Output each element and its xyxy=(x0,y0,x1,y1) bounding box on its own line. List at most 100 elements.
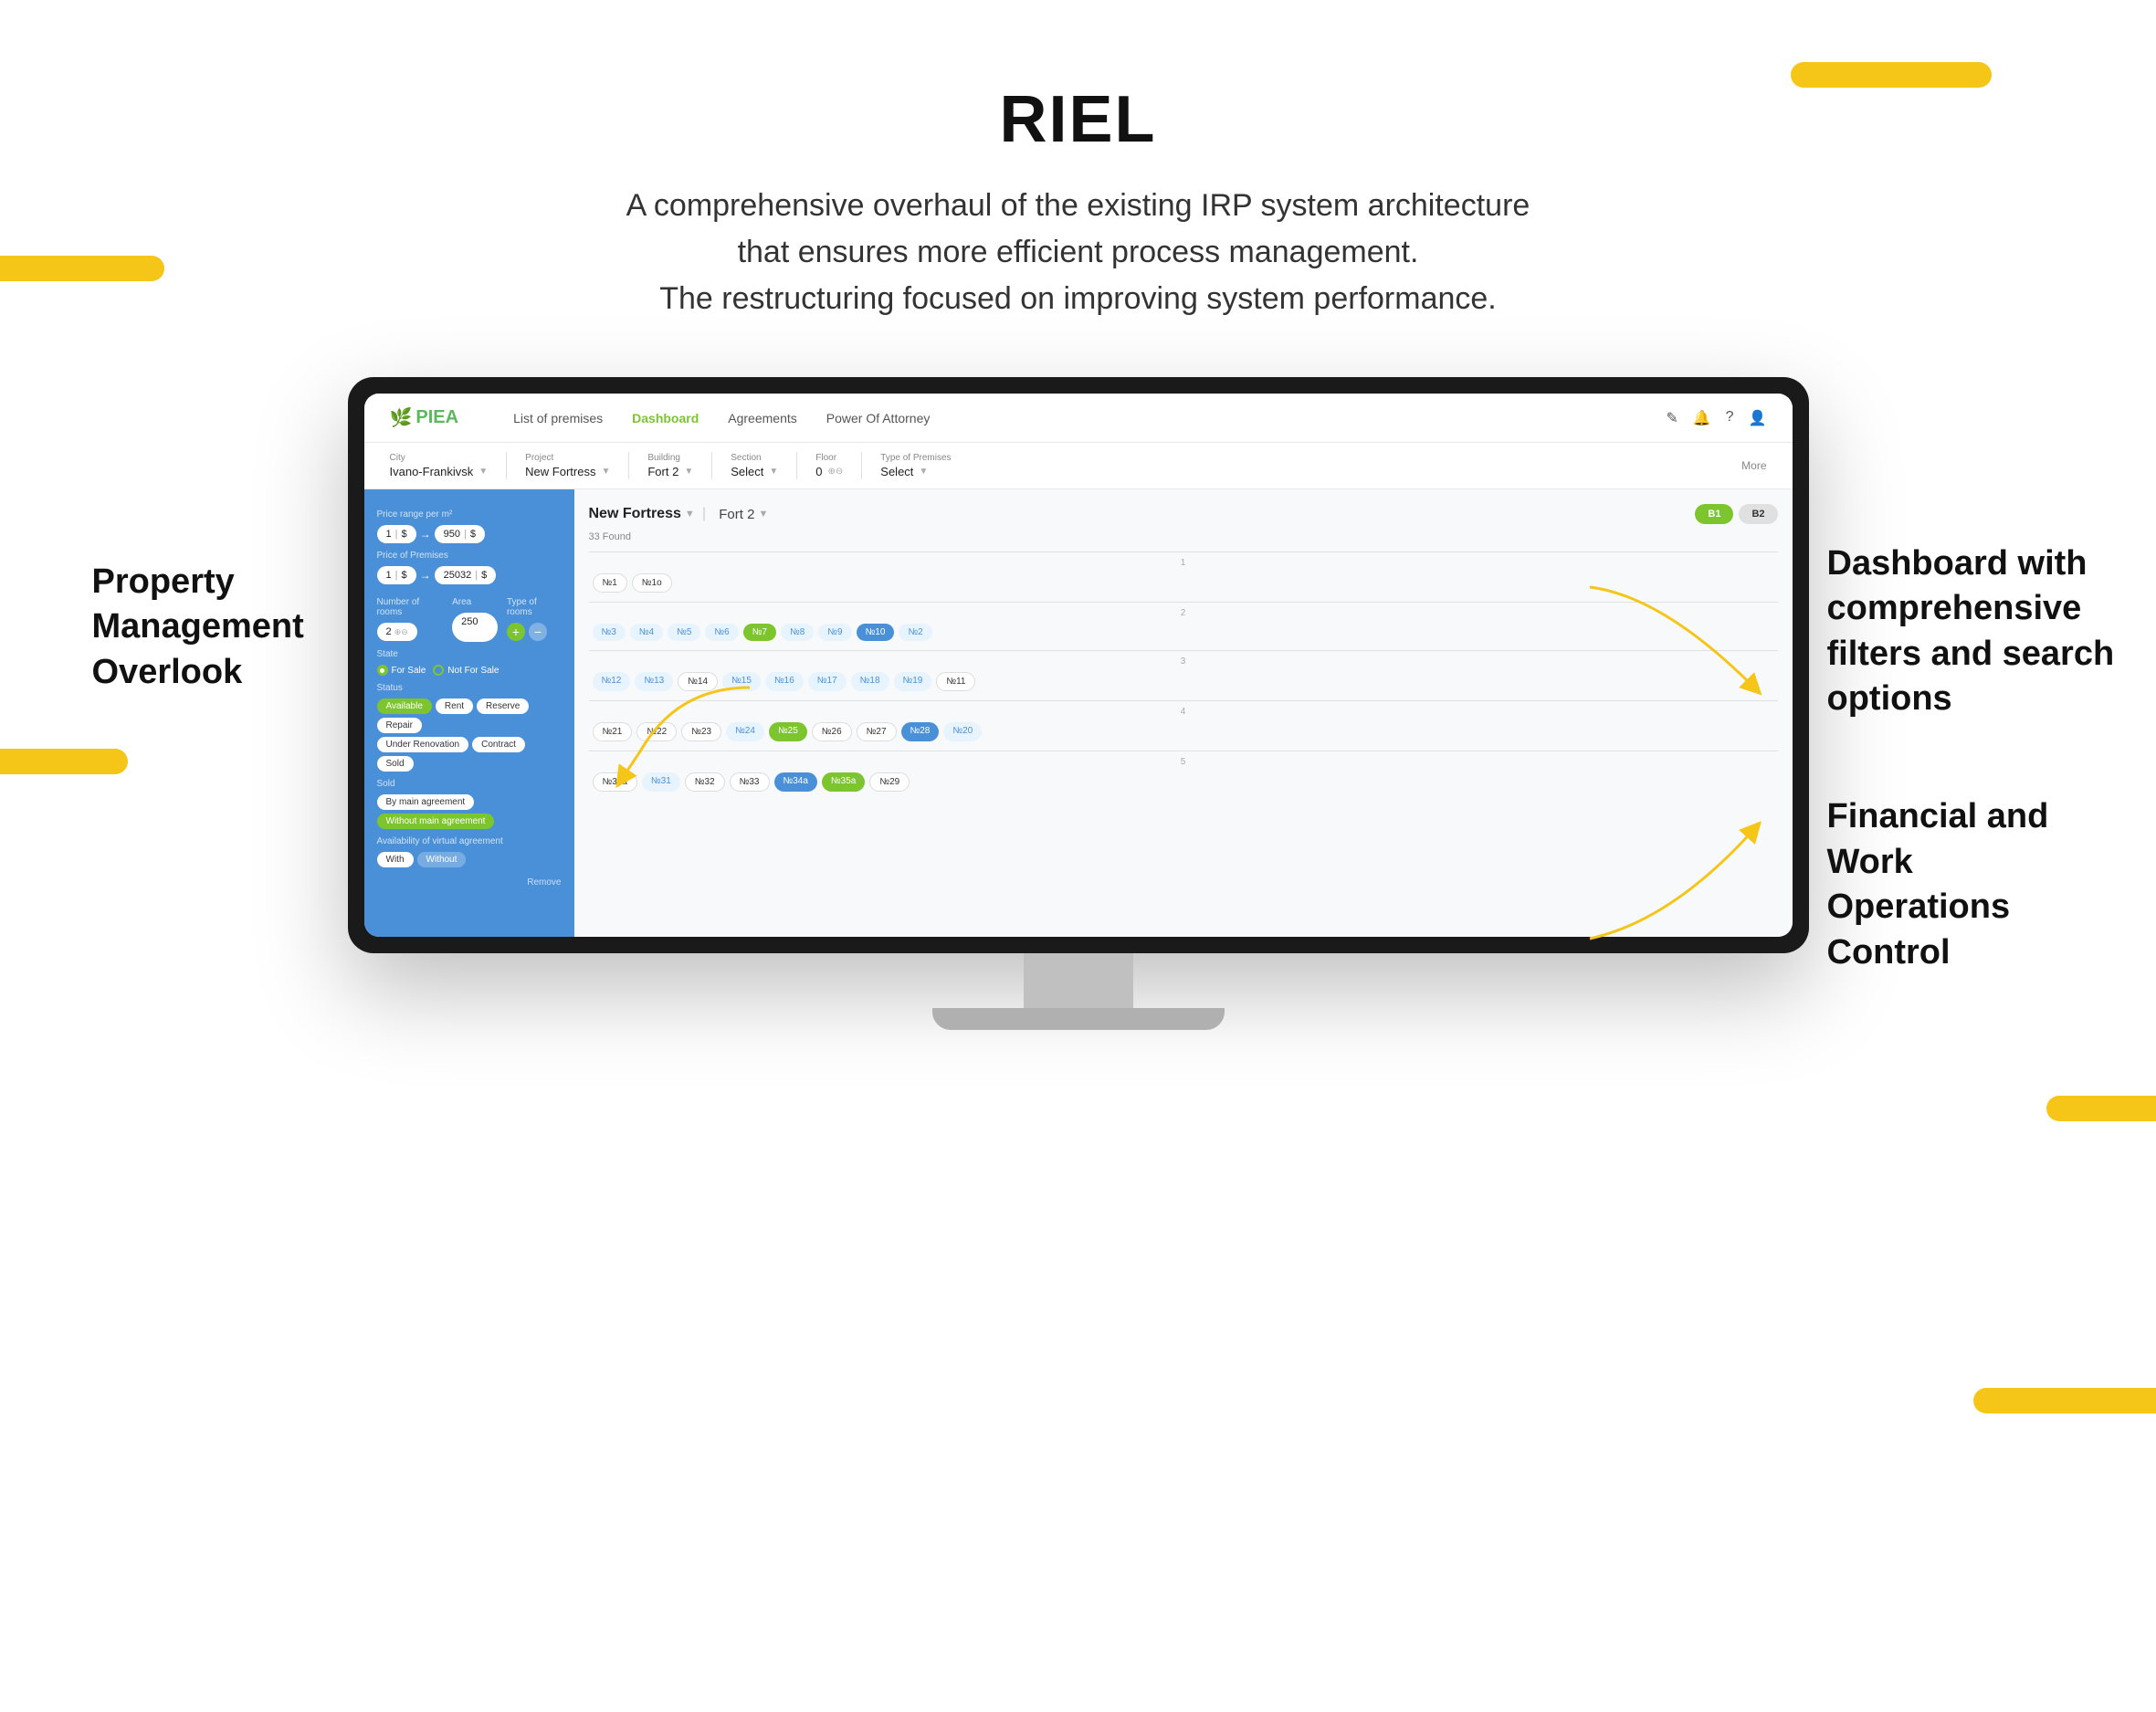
user-icon[interactable]: 👤 xyxy=(1749,409,1767,427)
pp-min-input[interactable]: 1 | $ xyxy=(377,566,416,584)
section-select[interactable]: Select ▼ xyxy=(731,465,778,478)
city-select[interactable]: Ivano-Frankivsk ▼ xyxy=(390,465,489,478)
edit-icon[interactable]: ✎ xyxy=(1666,409,1677,427)
room-3-8[interactable]: №19 xyxy=(894,672,932,691)
room-3-7[interactable]: №18 xyxy=(851,672,889,691)
building-dropdown-icon[interactable]: ▼ xyxy=(758,509,768,520)
building-select[interactable]: Fort 2 ▼ xyxy=(647,465,693,478)
project-select[interactable]: New Fortress ▼ xyxy=(525,465,610,478)
page-subtitle: A comprehensive overhaul of the existing… xyxy=(0,183,2156,322)
status-sold[interactable]: Sold xyxy=(377,756,414,772)
nav-links: List of premises Dashboard Agreements Po… xyxy=(513,411,1666,425)
state-for-sale[interactable]: For Sale xyxy=(377,665,426,676)
nav-dashboard[interactable]: Dashboard xyxy=(632,411,699,425)
floor-value: 0 xyxy=(815,465,822,478)
annotation-right-bottom: Financial and Work Operations Control xyxy=(1827,794,2138,975)
nav-agreements[interactable]: Agreements xyxy=(728,411,796,425)
status-contract[interactable]: Contract xyxy=(472,737,525,752)
rooms-stepper: ⊕⊖ xyxy=(394,627,408,636)
type-rooms-minus[interactable]: − xyxy=(529,623,547,641)
status-available[interactable]: Available xyxy=(377,698,432,714)
nav-power-of-attorney[interactable]: Power Of Attorney xyxy=(826,411,931,425)
room-1-2[interactable]: №1о xyxy=(632,573,672,593)
room-5-6[interactable]: №35а xyxy=(822,772,865,792)
nav-logo: 🌿 PIEA xyxy=(390,406,459,429)
room-1-1[interactable]: №1 xyxy=(593,573,627,593)
remove-btn[interactable]: Remove xyxy=(527,877,561,888)
sold-without-main[interactable]: Without main agreement xyxy=(377,814,495,829)
room-5-7[interactable]: №29 xyxy=(869,772,910,792)
floor-select[interactable]: 0 ⊕⊖ xyxy=(815,465,843,478)
subtitle-line3: The restructuring focused on improving s… xyxy=(659,281,1497,316)
sold-row: By main agreement xyxy=(377,794,562,810)
room-2-1[interactable]: №3 xyxy=(593,624,626,641)
btn-b2[interactable]: B2 xyxy=(1739,504,1777,524)
floor-stepper: ⊕⊖ xyxy=(828,467,844,477)
status-rent[interactable]: Rent xyxy=(436,698,473,714)
room-3-9[interactable]: №11 xyxy=(936,672,975,691)
type-select[interactable]: Select ▼ xyxy=(880,465,951,478)
pp-arrow: → xyxy=(420,569,431,582)
status-label: Status xyxy=(377,683,562,693)
state-not-for-sale[interactable]: Not For Sale xyxy=(433,665,499,676)
annotation-left: Property Management Overlook xyxy=(92,560,330,695)
room-2-7[interactable]: №9 xyxy=(818,624,851,641)
room-4-6[interactable]: №26 xyxy=(812,722,852,741)
bell-icon[interactable]: 🔔 xyxy=(1693,409,1711,427)
section-label: Section xyxy=(731,453,778,463)
avail-without[interactable]: Without xyxy=(417,852,467,867)
section-value: Select xyxy=(731,465,763,478)
room-2-9[interactable]: №2 xyxy=(899,624,931,641)
room-3-5[interactable]: №16 xyxy=(765,672,804,691)
building-value: Fort 2 xyxy=(647,465,678,478)
monitor-wrapper: Property Management Overlook Dashboard w… xyxy=(348,377,1809,1030)
room-4-8[interactable]: №28 xyxy=(901,722,940,741)
area-value[interactable]: 250 m² xyxy=(452,613,498,642)
room-4-7[interactable]: №27 xyxy=(857,722,897,741)
room-2-3[interactable]: №5 xyxy=(668,624,700,641)
room-4-9[interactable]: №20 xyxy=(943,722,982,741)
stand-neck xyxy=(1024,953,1133,1008)
area-row: 250 m² xyxy=(452,613,498,642)
room-2-8[interactable]: №10 xyxy=(857,624,895,641)
arrow-left xyxy=(585,678,768,788)
type-value: Select xyxy=(880,465,913,478)
rp-found: 33 Found xyxy=(589,531,1778,542)
subtitle-line2: that ensures more efficient process mana… xyxy=(738,235,1419,269)
rp-building: Fort 2 ▼ xyxy=(719,507,768,522)
price-max-input[interactable]: 950 | $ xyxy=(435,525,485,543)
type-rooms-controls: + − xyxy=(507,623,562,641)
price-range-label: Price range per m² xyxy=(377,509,562,520)
rooms-value[interactable]: 2 ⊕⊖ xyxy=(377,623,417,641)
type-rooms-plus[interactable]: + xyxy=(507,623,525,641)
more-link[interactable]: More xyxy=(1741,459,1766,472)
project-pipe: | xyxy=(702,506,706,522)
status-under-renovation[interactable]: Under Renovation xyxy=(377,737,469,752)
room-2-5[interactable]: №7 xyxy=(743,624,776,641)
room-2-4[interactable]: №6 xyxy=(705,624,738,641)
city-value: Ivano-Frankivsk xyxy=(390,465,474,478)
btn-b1[interactable]: B1 xyxy=(1695,504,1733,524)
room-2-6[interactable]: №8 xyxy=(781,624,814,641)
status-reserve[interactable]: Reserve xyxy=(477,698,529,714)
decorative-blob-left-low xyxy=(0,749,128,774)
divider-4 xyxy=(796,452,797,479)
help-icon[interactable]: ? xyxy=(1726,409,1734,427)
nav-list-premises[interactable]: List of premises xyxy=(513,411,603,425)
room-3-6[interactable]: №17 xyxy=(808,672,847,691)
type-label: Type of Premises xyxy=(880,453,951,463)
room-5-5[interactable]: №34a xyxy=(774,772,817,792)
project-dropdown-icon[interactable]: ▼ xyxy=(685,509,695,520)
status-repair[interactable]: Repair xyxy=(377,718,422,733)
sold-by-main[interactable]: By main agreement xyxy=(377,794,475,810)
filter-section: Section Select ▼ xyxy=(731,453,778,478)
room-2-2[interactable]: №4 xyxy=(630,624,663,641)
avail-with[interactable]: With xyxy=(377,852,414,867)
price-min-input[interactable]: 1 | $ xyxy=(377,525,416,543)
filter-type: Type of Premises Select ▼ xyxy=(880,453,951,478)
type-arrow-icon: ▼ xyxy=(919,467,928,477)
room-4-5[interactable]: №25 xyxy=(769,722,807,741)
decorative-blob-right-mid xyxy=(2046,1096,2156,1121)
filters-bar: City Ivano-Frankivsk ▼ Project New Fortr… xyxy=(364,443,1793,489)
pp-max-input[interactable]: 25032 | $ xyxy=(435,566,497,584)
